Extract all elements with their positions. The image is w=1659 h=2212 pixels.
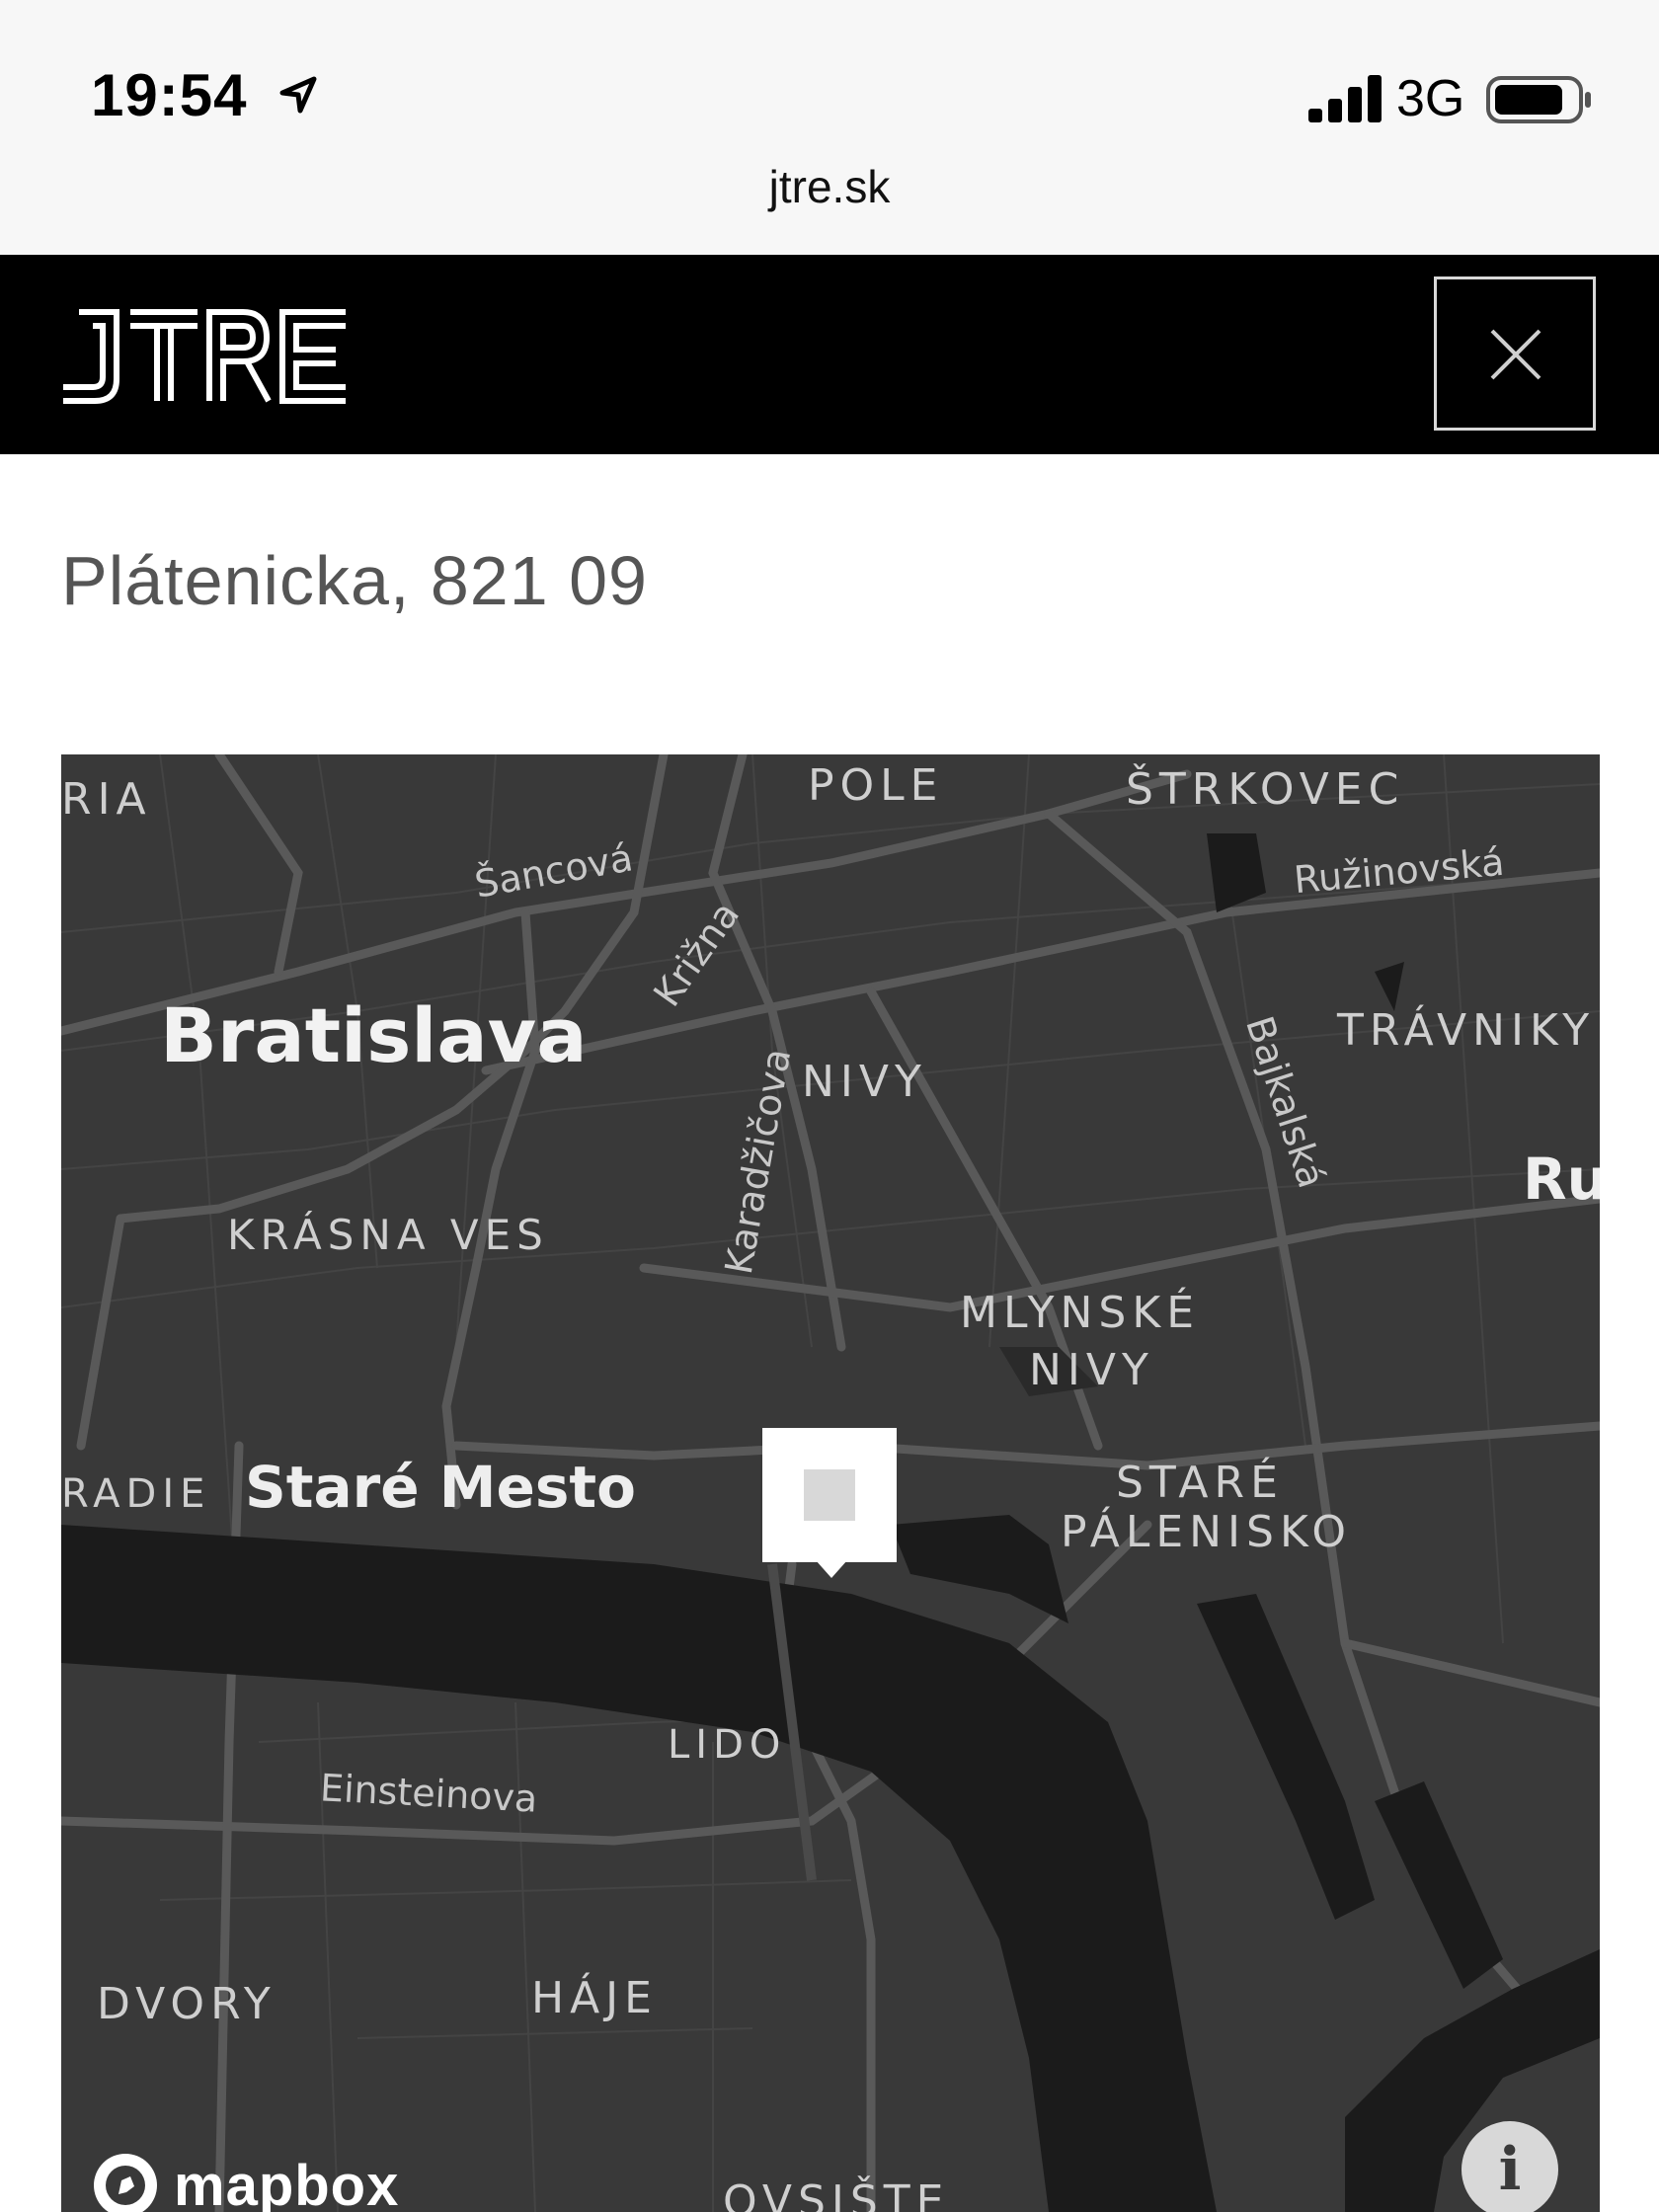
jtre-logo[interactable] xyxy=(59,308,356,407)
site-header xyxy=(0,255,1659,454)
property-marker[interactable] xyxy=(762,1428,897,1578)
map-label: HÁJE xyxy=(531,1973,658,2023)
map-label: DVORY xyxy=(97,1979,276,2029)
browser-url[interactable]: jtre.sk xyxy=(0,160,1659,213)
close-button[interactable] xyxy=(1434,276,1596,431)
signal-icon xyxy=(1308,75,1382,122)
map-label: ŠTRKOVEC xyxy=(1126,764,1405,815)
map-label: PÁLENISKO xyxy=(1061,1507,1353,1557)
map-label: STARÉ xyxy=(1116,1458,1284,1508)
map-label: TRÁVNIKY xyxy=(1337,1005,1596,1056)
map-label: MLYNSKÉ xyxy=(960,1288,1201,1338)
map-label: POLE xyxy=(808,760,944,811)
map-label: NIVY xyxy=(802,1057,927,1107)
status-bar: 19:54 3G jtre.sk xyxy=(0,0,1659,255)
mapbox-icon xyxy=(94,2154,157,2212)
marker-square-icon xyxy=(804,1469,855,1521)
location-map[interactable]: RIA POLE ŠTRKOVEC Šancová Ružinovská Kri… xyxy=(61,754,1600,2212)
map-label: RIA xyxy=(61,774,152,825)
map-label: OVSIŠTE xyxy=(723,2176,950,2212)
map-district-label: Staré Mesto xyxy=(245,1454,636,1521)
map-label: LIDO xyxy=(668,1722,787,1768)
info-icon: i xyxy=(1498,2135,1522,2204)
map-label: NIVY xyxy=(1029,1345,1154,1395)
map-info-button[interactable]: i xyxy=(1462,2121,1558,2212)
map-label: Ru xyxy=(1523,1146,1600,1213)
mapbox-wordmark: mapbox xyxy=(174,2153,400,2212)
network-type: 3G xyxy=(1396,70,1465,127)
mapbox-attribution[interactable]: mapbox xyxy=(91,2151,399,2212)
map-label: KRÁSNA VES xyxy=(227,1211,549,1259)
property-address: Plátenicka, 821 09 xyxy=(61,542,648,619)
battery-icon xyxy=(1486,76,1591,123)
map-label: RADIE xyxy=(61,1471,211,1517)
status-time: 19:54 xyxy=(91,62,248,128)
close-icon xyxy=(1490,329,1541,380)
map-city-label: Bratislava xyxy=(160,991,588,1079)
location-arrow-icon xyxy=(279,76,317,114)
